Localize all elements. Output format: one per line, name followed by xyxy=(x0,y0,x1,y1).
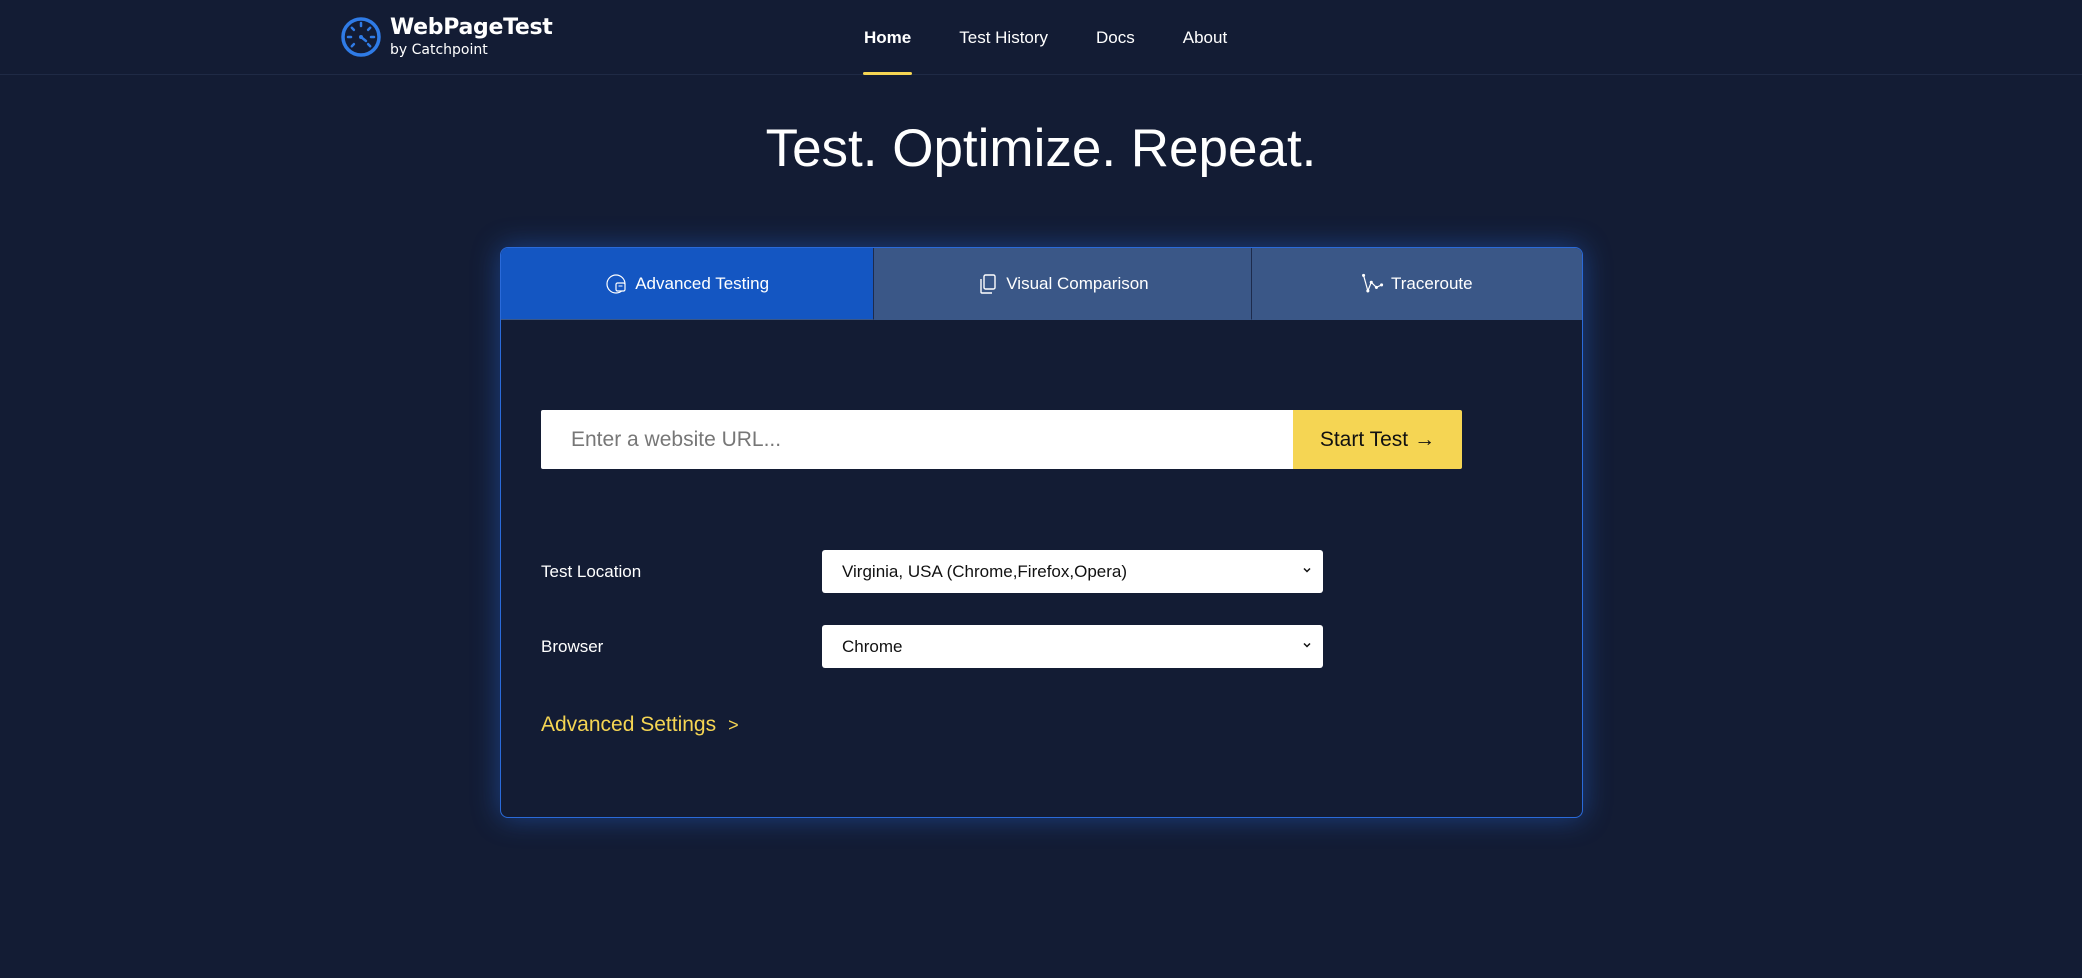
site-header: WebPageTest by Catchpoint Home Test Hist… xyxy=(0,0,2082,75)
brand-subtitle: by Catchpoint xyxy=(390,42,488,58)
tab-label: Visual Comparison xyxy=(1006,273,1149,293)
advanced-settings-toggle[interactable]: Advanced Settings > xyxy=(541,713,739,737)
speedometer-icon xyxy=(341,17,381,57)
brand-logo[interactable]: WebPageTest by Catchpoint xyxy=(340,15,553,59)
brand-title: WebPageTest xyxy=(390,15,553,40)
chevron-down-icon xyxy=(1303,567,1311,573)
url-input[interactable] xyxy=(541,410,1293,469)
tab-label: Traceroute xyxy=(1391,273,1473,293)
advanced-settings-label: Advanced Settings xyxy=(541,713,717,736)
main-nav: Home Test History Docs About xyxy=(840,0,1251,75)
gauge-icon xyxy=(606,273,626,294)
tab-traceroute[interactable]: Traceroute xyxy=(1250,248,1582,320)
hero-title: Test. Optimize. Repeat. xyxy=(765,119,1317,178)
test-type-tabs: Advanced Testing Visual Comparison Trace… xyxy=(501,248,1582,320)
test-card: Advanced Testing Visual Comparison Trace… xyxy=(500,247,1583,818)
chevron-down-icon xyxy=(1303,642,1311,648)
url-form: Start Test → xyxy=(541,410,1462,469)
start-test-label: Start Test xyxy=(1319,427,1409,451)
nav-test-history[interactable]: Test History xyxy=(935,0,1072,75)
test-location-value: Virginia, USA (Chrome,Firefox,Opera) xyxy=(842,561,1128,581)
nav-about[interactable]: About xyxy=(1159,0,1251,75)
test-location-label: Test Location xyxy=(541,561,642,581)
browser-value: Chrome xyxy=(842,636,903,656)
tab-label: Advanced Testing xyxy=(635,273,770,293)
browser-label: Browser xyxy=(541,636,604,656)
test-location-row: Test Location Virginia, USA (Chrome,Fire… xyxy=(541,550,1323,593)
tab-advanced-testing[interactable]: Advanced Testing xyxy=(501,248,874,320)
tab-visual-comparison[interactable]: Visual Comparison xyxy=(873,248,1251,320)
browser-select[interactable]: Chrome xyxy=(822,625,1323,668)
chevron-right-icon: > xyxy=(728,714,739,735)
test-location-select[interactable]: Virginia, USA (Chrome,Firefox,Opera) xyxy=(822,550,1323,593)
browser-row: Browser Chrome xyxy=(541,625,1323,668)
nav-docs[interactable]: Docs xyxy=(1072,0,1159,75)
copy-pages-icon xyxy=(980,273,996,294)
arrow-right-icon: → xyxy=(1414,427,1436,451)
nav-home[interactable]: Home xyxy=(840,0,935,75)
start-test-button[interactable]: Start Test → xyxy=(1293,410,1462,469)
traceroute-icon xyxy=(1362,273,1384,293)
